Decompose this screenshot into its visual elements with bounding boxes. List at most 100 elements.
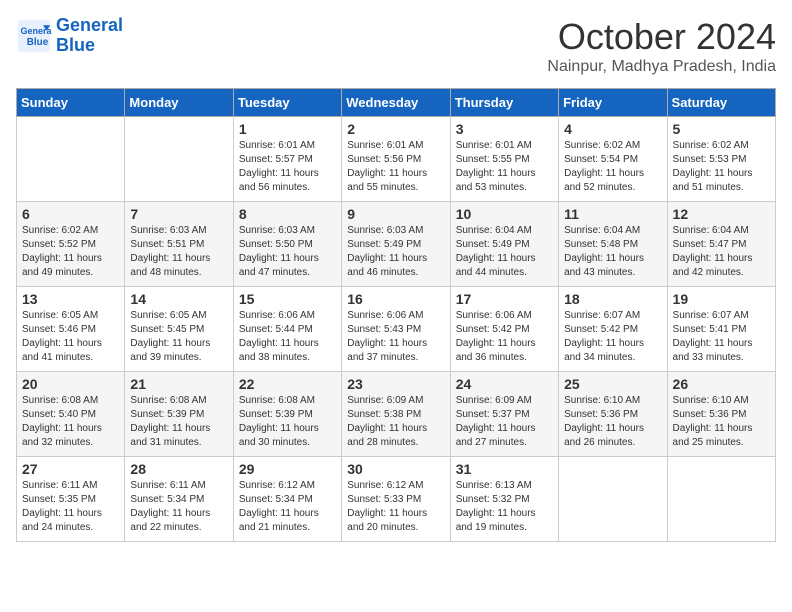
calendar-cell: 19 Sunrise: 6:07 AM Sunset: 5:41 PM Dayli… [667,287,775,372]
calendar-cell [667,457,775,542]
day-info: Sunrise: 6:11 AM Sunset: 5:35 PM Dayligh… [22,479,119,535]
day-info: Sunrise: 6:12 AM Sunset: 5:34 PM Dayligh… [239,479,336,535]
weekday-header: Tuesday [233,89,341,117]
day-info: Sunrise: 6:06 AM Sunset: 5:44 PM Dayligh… [239,309,336,365]
weekday-header: Friday [559,89,667,117]
day-info: Sunrise: 6:01 AM Sunset: 5:57 PM Dayligh… [239,139,336,195]
logo-text: General Blue [56,16,123,56]
weekday-header: Monday [125,89,233,117]
calendar-cell: 17 Sunrise: 6:06 AM Sunset: 5:42 PM Dayli… [450,287,558,372]
day-number: 16 [347,291,444,307]
calendar-cell: 22 Sunrise: 6:08 AM Sunset: 5:39 PM Dayli… [233,372,341,457]
weekday-header: Thursday [450,89,558,117]
calendar-cell: 8 Sunrise: 6:03 AM Sunset: 5:50 PM Daylig… [233,202,341,287]
day-number: 6 [22,206,119,222]
day-number: 1 [239,121,336,137]
day-info: Sunrise: 6:10 AM Sunset: 5:36 PM Dayligh… [673,394,770,450]
day-info: Sunrise: 6:03 AM Sunset: 5:51 PM Dayligh… [130,224,227,280]
calendar-cell: 11 Sunrise: 6:04 AM Sunset: 5:48 PM Dayli… [559,202,667,287]
calendar-week-row: 20 Sunrise: 6:08 AM Sunset: 5:40 PM Dayli… [17,372,776,457]
day-info: Sunrise: 6:12 AM Sunset: 5:33 PM Dayligh… [347,479,444,535]
day-number: 19 [673,291,770,307]
calendar-cell [125,117,233,202]
day-info: Sunrise: 6:02 AM Sunset: 5:52 PM Dayligh… [22,224,119,280]
calendar-cell: 27 Sunrise: 6:11 AM Sunset: 5:35 PM Dayli… [17,457,125,542]
calendar-cell: 9Sunrise: 6:03 AM Sunset: 5:49 PM Daylig… [342,202,450,287]
weekday-header-row: SundayMondayTuesdayWednesdayThursdayFrid… [17,89,776,117]
day-number: 15 [239,291,336,307]
day-number: 11 [564,206,661,222]
calendar-cell: 20 Sunrise: 6:08 AM Sunset: 5:40 PM Dayli… [17,372,125,457]
day-number: 31 [456,461,553,477]
calendar-cell: 3 Sunrise: 6:01 AM Sunset: 5:55 PM Daylig… [450,117,558,202]
day-number: 2 [347,121,444,137]
calendar-cell: 21Sunrise: 6:08 AM Sunset: 5:39 PM Dayli… [125,372,233,457]
calendar-cell: 23 Sunrise: 6:09 AM Sunset: 5:38 PM Dayli… [342,372,450,457]
calendar-cell [559,457,667,542]
calendar-cell: 18Sunrise: 6:07 AM Sunset: 5:42 PM Dayli… [559,287,667,372]
day-number: 5 [673,121,770,137]
day-info: Sunrise: 6:10 AM Sunset: 5:36 PM Dayligh… [564,394,661,450]
day-info: Sunrise: 6:09 AM Sunset: 5:37 PM Dayligh… [456,394,553,450]
day-number: 8 [239,206,336,222]
calendar-cell: 6 Sunrise: 6:02 AM Sunset: 5:52 PM Daylig… [17,202,125,287]
day-number: 7 [130,206,227,222]
day-number: 10 [456,206,553,222]
calendar-cell: 29 Sunrise: 6:12 AM Sunset: 5:34 PM Dayli… [233,457,341,542]
day-number: 26 [673,376,770,392]
day-info: Sunrise: 6:05 AM Sunset: 5:46 PM Dayligh… [22,309,119,365]
day-info: Sunrise: 6:04 AM Sunset: 5:47 PM Dayligh… [673,224,770,280]
calendar-cell: 26 Sunrise: 6:10 AM Sunset: 5:36 PM Dayli… [667,372,775,457]
day-number: 18 [564,291,661,307]
day-info: Sunrise: 6:13 AM Sunset: 5:32 PM Dayligh… [456,479,553,535]
day-number: 3 [456,121,553,137]
day-number: 27 [22,461,119,477]
day-info: Sunrise: 6:01 AM Sunset: 5:55 PM Dayligh… [456,139,553,195]
day-info: Sunrise: 6:08 AM Sunset: 5:40 PM Dayligh… [22,394,119,450]
calendar-cell: 10 Sunrise: 6:04 AM Sunset: 5:49 PM Dayli… [450,202,558,287]
weekday-header: Saturday [667,89,775,117]
calendar-week-row: 6 Sunrise: 6:02 AM Sunset: 5:52 PM Daylig… [17,202,776,287]
day-info: Sunrise: 6:07 AM Sunset: 5:41 PM Dayligh… [673,309,770,365]
day-number: 14 [130,291,227,307]
day-number: 23 [347,376,444,392]
day-number: 17 [456,291,553,307]
month-title: October 2024 [547,16,776,58]
day-number: 13 [22,291,119,307]
day-info: Sunrise: 6:04 AM Sunset: 5:49 PM Dayligh… [456,224,553,280]
calendar-week-row: 1 Sunrise: 6:01 AM Sunset: 5:57 PM Daylig… [17,117,776,202]
weekday-header: Wednesday [342,89,450,117]
day-info: Sunrise: 6:03 AM Sunset: 5:50 PM Dayligh… [239,224,336,280]
day-info: Sunrise: 6:08 AM Sunset: 5:39 PM Dayligh… [239,394,336,450]
day-info: Sunrise: 6:03 AM Sunset: 5:49 PM Dayligh… [347,224,444,280]
calendar-cell: 2Sunrise: 6:01 AM Sunset: 5:56 PM Daylig… [342,117,450,202]
day-info: Sunrise: 6:04 AM Sunset: 5:48 PM Dayligh… [564,224,661,280]
day-info: Sunrise: 6:06 AM Sunset: 5:42 PM Dayligh… [456,309,553,365]
location-subtitle: Nainpur, Madhya Pradesh, India [547,58,776,76]
svg-text:Blue: Blue [27,37,49,48]
calendar-cell: 14 Sunrise: 6:05 AM Sunset: 5:45 PM Dayli… [125,287,233,372]
day-info: Sunrise: 6:09 AM Sunset: 5:38 PM Dayligh… [347,394,444,450]
day-number: 28 [130,461,227,477]
calendar-cell: 12 Sunrise: 6:04 AM Sunset: 5:47 PM Dayli… [667,202,775,287]
calendar-cell: 25Sunrise: 6:10 AM Sunset: 5:36 PM Dayli… [559,372,667,457]
day-number: 20 [22,376,119,392]
calendar-week-row: 13 Sunrise: 6:05 AM Sunset: 5:46 PM Dayli… [17,287,776,372]
title-block: October 2024 Nainpur, Madhya Pradesh, In… [547,16,776,76]
logo: General Blue General Blue [16,16,123,56]
day-number: 29 [239,461,336,477]
calendar-cell: 28Sunrise: 6:11 AM Sunset: 5:34 PM Dayli… [125,457,233,542]
day-number: 21 [130,376,227,392]
calendar-table: SundayMondayTuesdayWednesdayThursdayFrid… [16,88,776,542]
day-info: Sunrise: 6:05 AM Sunset: 5:45 PM Dayligh… [130,309,227,365]
calendar-cell: 24 Sunrise: 6:09 AM Sunset: 5:37 PM Dayli… [450,372,558,457]
day-number: 22 [239,376,336,392]
day-number: 24 [456,376,553,392]
calendar-week-row: 27 Sunrise: 6:11 AM Sunset: 5:35 PM Dayli… [17,457,776,542]
weekday-header: Sunday [17,89,125,117]
calendar-cell: 13 Sunrise: 6:05 AM Sunset: 5:46 PM Dayli… [17,287,125,372]
calendar-cell: 5Sunrise: 6:02 AM Sunset: 5:53 PM Daylig… [667,117,775,202]
day-number: 12 [673,206,770,222]
day-info: Sunrise: 6:02 AM Sunset: 5:54 PM Dayligh… [564,139,661,195]
calendar-cell: 30Sunrise: 6:12 AM Sunset: 5:33 PM Dayli… [342,457,450,542]
